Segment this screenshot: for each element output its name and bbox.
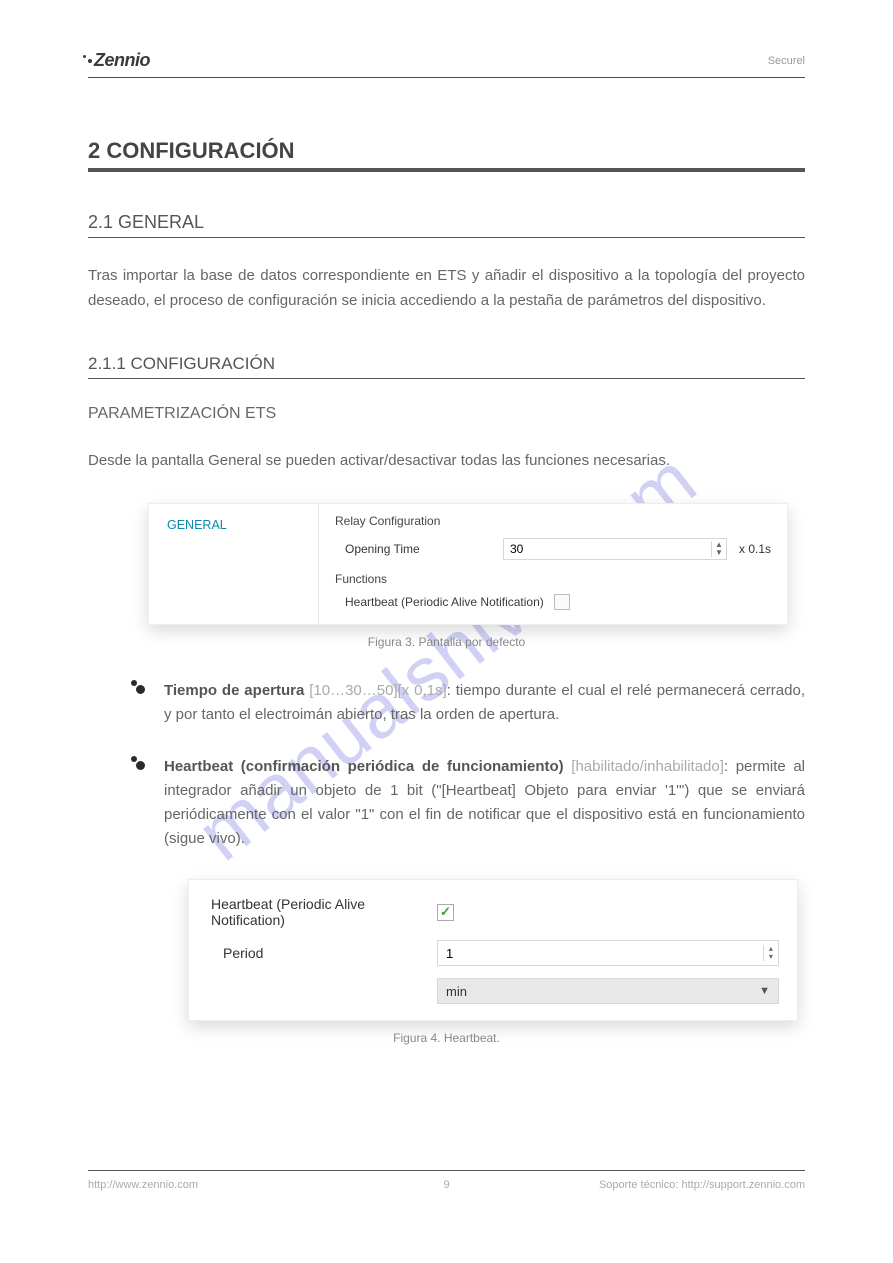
sidebar-item-general[interactable]: GENERAL (149, 504, 319, 624)
fig4-period-row: Period ▴ ▾ (207, 940, 779, 966)
intro-paragraph-2: Desde la pantalla General se pueden acti… (88, 449, 805, 474)
period-field[interactable] (438, 946, 763, 961)
figure-4-panel: Heartbeat (Periodic Alive Notification) … (188, 879, 798, 1021)
heartbeat-checkbox[interactable] (554, 594, 570, 610)
fig4-heartbeat-row: Heartbeat (Periodic Alive Notification) … (207, 896, 779, 928)
bullet-heartbeat: Heartbeat (confirmación periódica de fun… (164, 755, 805, 851)
bullet-heartbeat-title: Heartbeat (confirmación periódica de fun… (164, 758, 564, 775)
fig4-heartbeat-label: Heartbeat (Periodic Alive Notification) (207, 896, 437, 928)
check-icon: ✓ (440, 904, 451, 920)
bullet-heartbeat-range: [habilitado/inhabilitado] (571, 758, 724, 775)
brand-text: Zennio (94, 50, 150, 71)
opening-time-field[interactable] (504, 542, 711, 556)
header-right-text: Securel (768, 55, 805, 67)
bullet-list: Tiempo de apertura [10…30…50][x 0,1s]: t… (88, 679, 805, 851)
opening-time-label: Opening Time (335, 542, 495, 556)
opening-time-input[interactable]: ▲ ▼ (503, 538, 727, 560)
opening-time-suffix: x 0.1s (739, 542, 771, 556)
bullet-opening-time: Tiempo de apertura [10…30…50][x 0,1s]: t… (164, 679, 805, 727)
figure-3-body: Relay Configuration Opening Time ▲ ▼ x 0… (319, 504, 787, 624)
period-label: Period (207, 945, 437, 961)
brand-logo: Zennio (88, 50, 150, 71)
page-number: 9 (443, 1179, 449, 1191)
opening-time-row: Opening Time ▲ ▼ x 0.1s (335, 538, 771, 560)
heading-general: 2.1 GENERAL (88, 212, 805, 238)
opening-time-stepper[interactable]: ▲ ▼ (711, 541, 726, 557)
period-unit-value: min (446, 984, 467, 999)
chevron-down-icon[interactable]: ▾ (769, 953, 773, 961)
figure-3-caption: Figura 3. Pantalla por defecto (88, 635, 805, 649)
page: Zennio Securel 2 CONFIGURACIÓN 2.1 GENER… (88, 50, 805, 1213)
brand-dot-icon (88, 59, 92, 63)
page-footer: http://www.zennio.com 9 Soporte técnico:… (88, 1170, 805, 1191)
functions-title: Functions (335, 572, 771, 586)
heartbeat-checkbox-row: Heartbeat (Periodic Alive Notification) (335, 594, 771, 610)
heartbeat-label: Heartbeat (Periodic Alive Notification) (345, 595, 544, 609)
intro-paragraph-1: Tras importar la base de datos correspon… (88, 264, 805, 314)
chevron-down-icon: ▼ (759, 985, 770, 997)
page-header: Zennio Securel (88, 50, 805, 78)
period-stepper[interactable]: ▴ ▾ (763, 945, 778, 961)
heading-config-sub: 2.1.1 CONFIGURACIÓN (88, 354, 805, 379)
bullet-opening-time-title: Tiempo de apertura (164, 682, 304, 699)
footer-right: Soporte técnico: http://support.zennio.c… (599, 1179, 805, 1191)
heartbeat-checked-checkbox[interactable]: ✓ (437, 904, 454, 921)
footer-left: http://www.zennio.com (88, 1179, 198, 1191)
subheading-ets: PARAMETRIZACIÓN ETS (88, 405, 805, 423)
figure-3-panel: GENERAL Relay Configuration Opening Time… (148, 503, 788, 625)
relay-config-title: Relay Configuration (335, 514, 771, 528)
chevron-down-icon[interactable]: ▼ (715, 549, 723, 557)
heading-configuracion: 2 CONFIGURACIÓN (88, 138, 805, 172)
figure-4-caption: Figura 4. Heartbeat. (88, 1031, 805, 1045)
period-unit-select[interactable]: min ▼ (437, 978, 779, 1004)
bullet-opening-time-range: [10…30…50][x 0,1s] (309, 682, 446, 699)
period-input[interactable]: ▴ ▾ (437, 940, 779, 966)
